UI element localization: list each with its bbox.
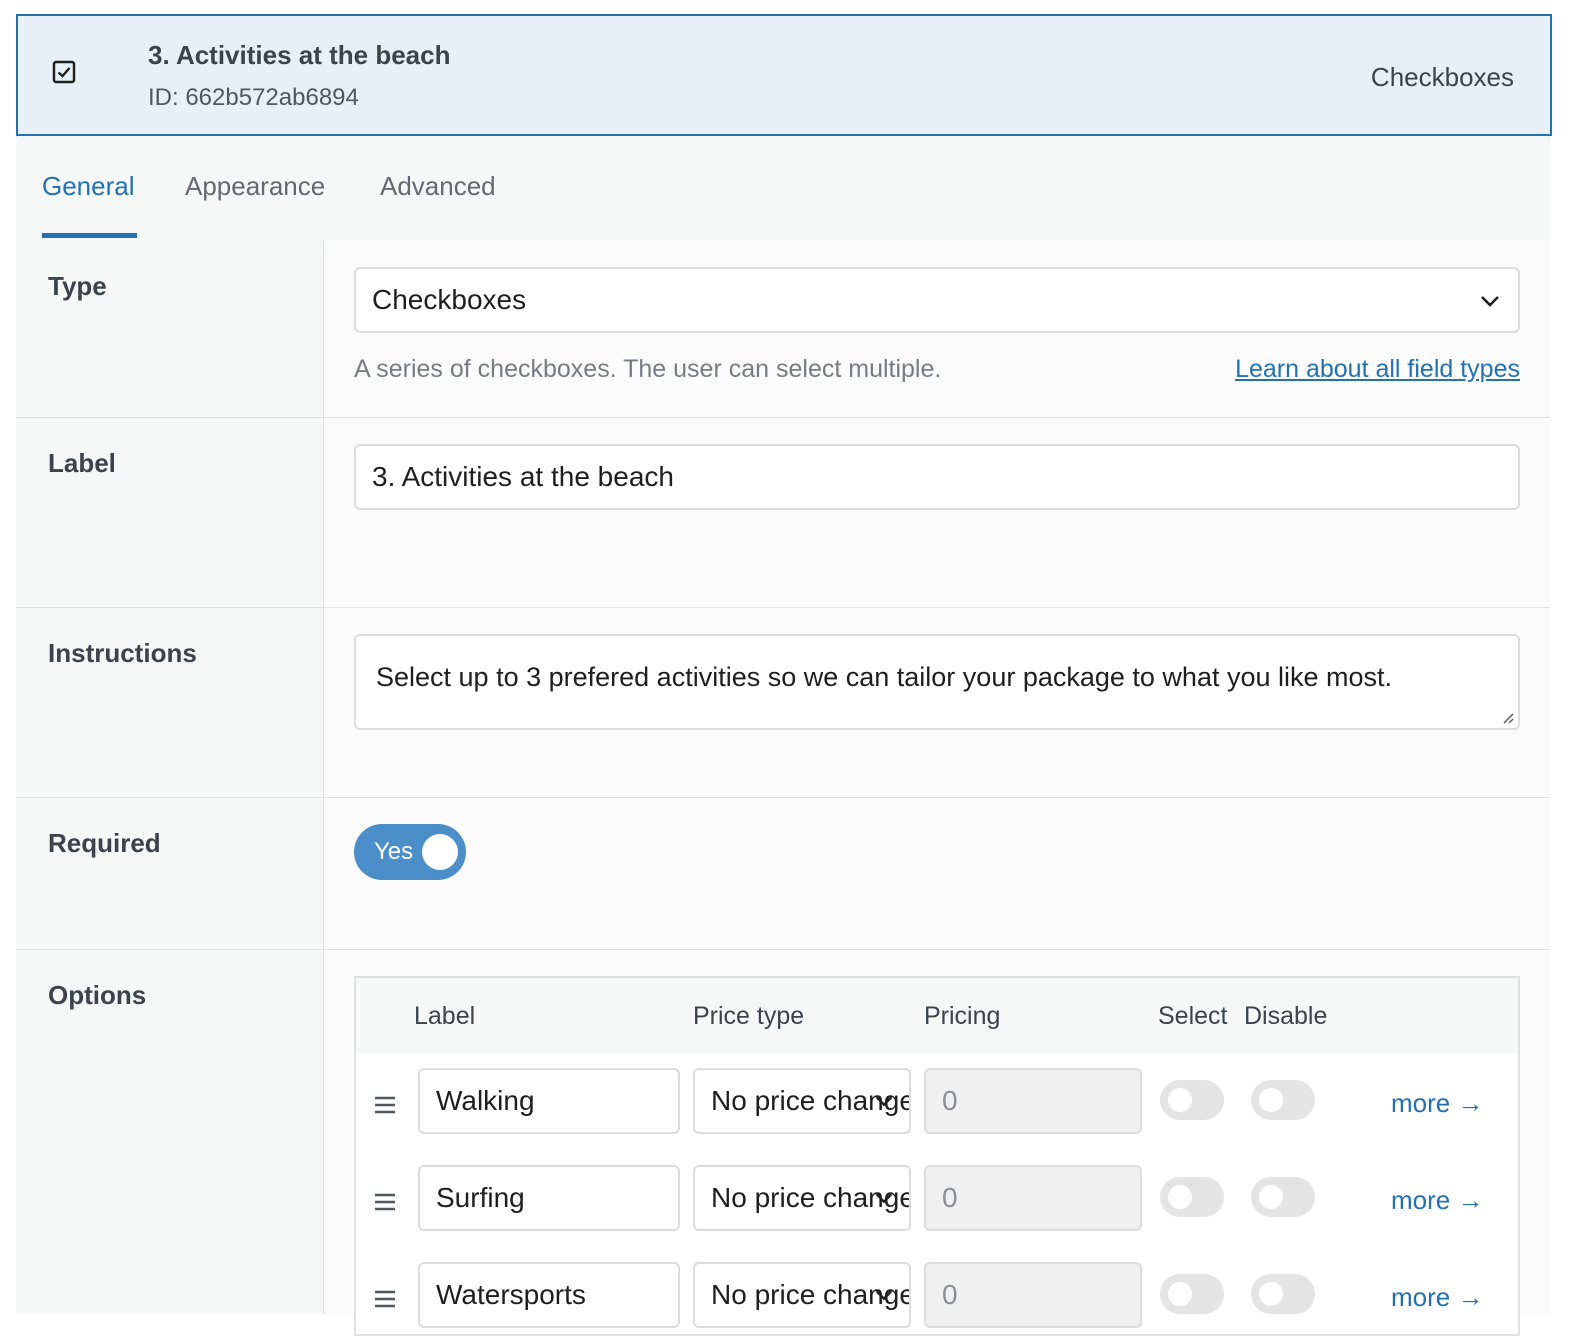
column-header-disable: Disable: [1244, 1002, 1328, 1030]
more-link[interactable]: more →: [1391, 1185, 1483, 1216]
more-link[interactable]: more →: [1391, 1282, 1483, 1313]
column-header-label: Label: [414, 1002, 476, 1030]
tab-appearance[interactable]: Appearance: [185, 171, 325, 202]
select-toggle[interactable]: [1160, 1274, 1224, 1314]
options-table-header: Label Price type Pricing Select Disable: [356, 978, 1518, 1056]
chevron-down-icon: [875, 1193, 893, 1204]
price-type-select[interactable]: No price change: [693, 1165, 911, 1231]
options-label: Options: [48, 980, 147, 1010]
label-label: Label: [48, 448, 116, 478]
active-tab-indicator: [42, 233, 137, 238]
more-link[interactable]: more →: [1391, 1088, 1483, 1119]
chevron-down-icon: [875, 1290, 893, 1301]
select-toggle[interactable]: [1160, 1177, 1224, 1217]
disable-toggle[interactable]: [1251, 1080, 1315, 1120]
disable-toggle[interactable]: [1251, 1177, 1315, 1217]
table-row: Surfing No price change 0 more →: [356, 1151, 1518, 1250]
column-header-price-type: Price type: [693, 1002, 805, 1030]
field-type-label: Checkboxes: [1370, 62, 1514, 92]
table-row: Walking No price change 0 more →: [356, 1054, 1518, 1153]
option-label-input[interactable]: Watersports: [418, 1262, 680, 1328]
toggle-knob: [1168, 1088, 1192, 1112]
resize-handle-icon[interactable]: [1500, 710, 1514, 724]
chevron-down-icon: [1481, 296, 1499, 307]
tab-advanced[interactable]: Advanced: [380, 171, 496, 202]
disable-toggle[interactable]: [1251, 1274, 1315, 1314]
required-label: Required: [48, 828, 161, 858]
option-label-input[interactable]: Walking: [418, 1068, 680, 1134]
required-toggle-text: Yes: [374, 838, 414, 865]
pricing-input[interactable]: 0: [924, 1068, 1142, 1134]
learn-field-types-link[interactable]: Learn about all field types: [1235, 355, 1520, 384]
required-toggle[interactable]: Yes: [354, 824, 466, 880]
column-header-pricing: Pricing: [924, 1002, 1001, 1030]
toggle-knob: [422, 834, 458, 870]
label-row: Label 3. Activities at the beach: [16, 418, 1550, 608]
settings-tabs: General Appearance Advanced: [16, 137, 1550, 242]
tab-general[interactable]: General: [42, 171, 135, 202]
column-header-select: Select: [1158, 1002, 1228, 1030]
type-label: Type: [48, 271, 107, 301]
options-table: Label Price type Pricing Select Disable …: [354, 976, 1520, 1336]
price-type-select[interactable]: No price change: [693, 1262, 911, 1328]
instructions-label: Instructions: [48, 638, 197, 668]
label-input[interactable]: 3. Activities at the beach: [354, 444, 1520, 510]
checkbox-checked-icon: [52, 60, 76, 84]
chevron-down-icon: [875, 1096, 893, 1107]
field-title: 3. Activities at the beach: [148, 40, 451, 70]
field-header[interactable]: 3. Activities at the beach ID: 662b572ab…: [16, 14, 1552, 136]
select-toggle[interactable]: [1160, 1080, 1224, 1120]
type-row: Type Checkboxes A series of checkboxes. …: [16, 241, 1550, 418]
drag-handle-icon[interactable]: [374, 1096, 396, 1114]
options-row: Options Label Price type Pricing Select …: [16, 950, 1550, 1336]
field-id: ID: 662b572ab6894: [148, 84, 359, 111]
toggle-knob: [1259, 1282, 1283, 1306]
type-select-value: Checkboxes: [372, 284, 527, 315]
instructions-textarea[interactable]: Select up to 3 prefered activities so we…: [354, 634, 1520, 730]
drag-handle-icon[interactable]: [374, 1193, 396, 1211]
required-row: Required Yes: [16, 798, 1550, 950]
option-label-input[interactable]: Surfing: [418, 1165, 680, 1231]
price-type-select[interactable]: No price change: [693, 1068, 911, 1134]
table-row: Watersports No price change 0 more →: [356, 1248, 1518, 1334]
type-hint: A series of checkboxes. The user can sel…: [354, 355, 942, 383]
toggle-knob: [1259, 1088, 1283, 1112]
instructions-row: Instructions Select up to 3 prefered act…: [16, 608, 1550, 798]
toggle-knob: [1168, 1185, 1192, 1209]
drag-handle-icon[interactable]: [374, 1290, 396, 1308]
pricing-input[interactable]: 0: [924, 1165, 1142, 1231]
type-select[interactable]: Checkboxes: [354, 267, 1520, 333]
toggle-knob: [1168, 1282, 1192, 1306]
toggle-knob: [1259, 1185, 1283, 1209]
instructions-text: Select up to 3 prefered activities so we…: [376, 662, 1393, 692]
pricing-input[interactable]: 0: [924, 1262, 1142, 1328]
